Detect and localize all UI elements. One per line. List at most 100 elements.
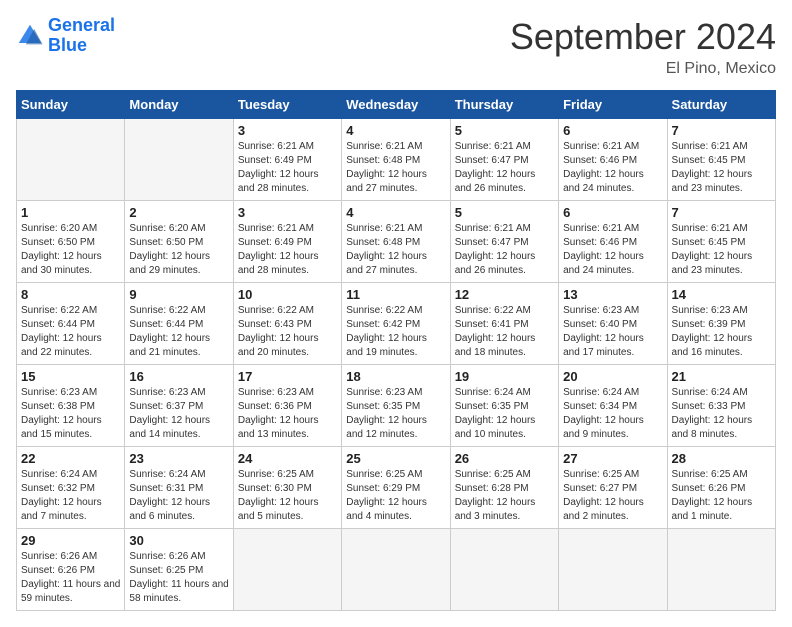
day-info: Sunrise: 6:23 AMSunset: 6:38 PMDaylight:… [21, 386, 120, 442]
sunrise-label: Sunrise: 6:20 AM [21, 223, 97, 234]
calendar-table: Sunday Monday Tuesday Wednesday Thursday… [16, 90, 776, 611]
day-info: Sunrise: 6:23 AMSunset: 6:40 PMDaylight:… [563, 304, 662, 360]
day-number: 15 [21, 369, 120, 384]
calendar-day-cell: 28Sunrise: 6:25 AMSunset: 6:26 PMDayligh… [667, 447, 775, 529]
day-number: 19 [455, 369, 554, 384]
sunrise-label: Sunrise: 6:22 AM [21, 305, 97, 316]
sunrise-label: Sunrise: 6:21 AM [346, 223, 422, 234]
day-info: Sunrise: 6:25 AMSunset: 6:30 PMDaylight:… [238, 468, 337, 524]
day-number: 25 [346, 451, 445, 466]
day-number: 4 [346, 205, 445, 220]
calendar-day-cell: 3Sunrise: 6:21 AMSunset: 6:49 PMDaylight… [233, 119, 341, 201]
daylight-label: Daylight: 12 hours and 8 minutes. [672, 415, 753, 440]
sunrise-label: Sunrise: 6:24 AM [672, 387, 748, 398]
calendar-day-cell: 1Sunrise: 6:20 AMSunset: 6:50 PMDaylight… [17, 201, 125, 283]
day-info: Sunrise: 6:20 AMSunset: 6:50 PMDaylight:… [21, 222, 120, 278]
sunrise-label: Sunrise: 6:23 AM [346, 387, 422, 398]
daylight-label: Daylight: 12 hours and 29 minutes. [129, 251, 210, 276]
day-info: Sunrise: 6:22 AMSunset: 6:44 PMDaylight:… [129, 304, 228, 360]
calendar-header: Sunday Monday Tuesday Wednesday Thursday… [17, 91, 776, 119]
calendar-day-cell: 15 Sunrise: 6:23 AMSunset: 6:38 PMDayligh… [17, 365, 125, 447]
day-info: Sunrise: 6:21 AMSunset: 6:46 PMDaylight:… [563, 222, 662, 278]
day-number: 6 [563, 123, 662, 138]
sunrise-label: Sunrise: 6:21 AM [455, 141, 531, 152]
day-number: 21 [672, 369, 771, 384]
daylight-label: Daylight: 12 hours and 21 minutes. [129, 333, 210, 358]
calendar-day-cell: 4Sunrise: 6:21 AMSunset: 6:48 PMDaylight… [342, 201, 450, 283]
sunset-label: Sunset: 6:37 PM [129, 401, 203, 412]
calendar-day-cell: 19Sunrise: 6:24 AMSunset: 6:35 PMDayligh… [450, 365, 558, 447]
col-thursday: Thursday [450, 91, 558, 119]
calendar-day-cell: 27Sunrise: 6:25 AMSunset: 6:27 PMDayligh… [559, 447, 667, 529]
sunrise-label: Sunrise: 6:22 AM [346, 305, 422, 316]
day-number: 2 [129, 205, 228, 220]
sunrise-label: Sunrise: 6:23 AM [129, 387, 205, 398]
daylight-label: Daylight: 12 hours and 24 minutes. [563, 251, 644, 276]
sunrise-label: Sunrise: 6:25 AM [455, 469, 531, 480]
sunrise-label: Sunrise: 6:21 AM [672, 223, 748, 234]
col-wednesday: Wednesday [342, 91, 450, 119]
day-info: Sunrise: 6:23 AMSunset: 6:37 PMDaylight:… [129, 386, 228, 442]
day-number: 11 [346, 287, 445, 302]
day-info: Sunrise: 6:25 AMSunset: 6:29 PMDaylight:… [346, 468, 445, 524]
col-monday: Monday [125, 91, 233, 119]
day-info: Sunrise: 6:22 AMSunset: 6:42 PMDaylight:… [346, 304, 445, 360]
sunset-label: Sunset: 6:46 PM [563, 237, 637, 248]
sunset-label: Sunset: 6:49 PM [238, 155, 312, 166]
daylight-label: Daylight: 12 hours and 13 minutes. [238, 415, 319, 440]
daylight-label: Daylight: 12 hours and 28 minutes. [238, 169, 319, 194]
sunset-label: Sunset: 6:33 PM [672, 401, 746, 412]
calendar-day-cell [450, 529, 558, 611]
day-info: Sunrise: 6:22 AMSunset: 6:43 PMDaylight:… [238, 304, 337, 360]
daylight-label: Daylight: 12 hours and 9 minutes. [563, 415, 644, 440]
sunrise-label: Sunrise: 6:24 AM [21, 469, 97, 480]
day-info: Sunrise: 6:21 AMSunset: 6:47 PMDaylight:… [455, 222, 554, 278]
daylight-label: Daylight: 12 hours and 19 minutes. [346, 333, 427, 358]
sunrise-label: Sunrise: 6:24 AM [563, 387, 639, 398]
day-number: 8 [21, 287, 120, 302]
sunset-label: Sunset: 6:35 PM [346, 401, 420, 412]
sunrise-label: Sunrise: 6:23 AM [672, 305, 748, 316]
col-tuesday: Tuesday [233, 91, 341, 119]
day-info: Sunrise: 6:26 AMSunset: 6:25 PMDaylight:… [129, 550, 228, 606]
sunset-label: Sunset: 6:36 PM [238, 401, 312, 412]
day-info: Sunrise: 6:23 AM Sunset: 6:35 PM Daylight:… [346, 386, 445, 442]
sunset-label: Sunset: 6:39 PM [672, 319, 746, 330]
calendar-day-cell [17, 119, 125, 201]
day-info: Sunrise: 6:24 AMSunset: 6:32 PMDaylight:… [21, 468, 120, 524]
calendar-day-cell [559, 529, 667, 611]
daylight-label: Daylight: 12 hours and 10 minutes. [455, 415, 536, 440]
sunrise-label: Sunrise: 6:24 AM [129, 469, 205, 480]
sunrise-label: Sunrise: 6:24 AM [455, 387, 531, 398]
sunset-label: Sunset: 6:34 PM [563, 401, 637, 412]
day-info: Sunrise: 6:21 AMSunset: 6:49 PMDaylight:… [238, 222, 337, 278]
sunrise-label: Sunrise: 6:25 AM [563, 469, 639, 480]
calendar-day-cell: 17Sunrise: 6:23 AMSunset: 6:36 PMDayligh… [233, 365, 341, 447]
calendar-day-cell: 5Sunrise: 6:21 AMSunset: 6:47 PMDaylight… [450, 201, 558, 283]
calendar-day-cell: 3Sunrise: 6:21 AMSunset: 6:49 PMDaylight… [233, 201, 341, 283]
day-number: 14 [672, 287, 771, 302]
sunset-label: Sunset: 6:44 PM [21, 319, 95, 330]
sunrise-label: Sunrise: 6:22 AM [129, 305, 205, 316]
day-info: Sunrise: 6:22 AMSunset: 6:44 PMDaylight:… [21, 304, 120, 360]
day-number: 29 [21, 533, 120, 548]
calendar-day-cell [233, 529, 341, 611]
sunset-label: Sunset: 6:47 PM [455, 237, 529, 248]
daylight-label: Daylight: 12 hours and 12 minutes. [346, 415, 427, 440]
calendar-day-cell: 26Sunrise: 6:25 AMSunset: 6:28 PMDayligh… [450, 447, 558, 529]
day-info: Sunrise: 6:26 AMSunset: 6:26 PMDaylight:… [21, 550, 120, 606]
calendar-day-cell: 30Sunrise: 6:26 AMSunset: 6:25 PMDayligh… [125, 529, 233, 611]
day-info: Sunrise: 6:25 AMSunset: 6:28 PMDaylight:… [455, 468, 554, 524]
calendar-day-cell: 7Sunrise: 6:21 AMSunset: 6:45 PMDaylight… [667, 119, 775, 201]
calendar-day-cell: 18Sunrise: 6:23 AMSunset: 6:35 PMDayligh… [342, 365, 450, 447]
logo-line1: General [48, 15, 115, 35]
sunset-label: Sunset: 6:50 PM [129, 237, 203, 248]
calendar-day-cell: 14Sunrise: 6:23 AMSunset: 6:39 PMDayligh… [667, 283, 775, 365]
sunset-label: Sunset: 6:27 PM [563, 483, 637, 494]
daylight-label: Daylight: 12 hours and 23 minutes. [672, 251, 753, 276]
day-info: Sunrise: 6:20 AMSunset: 6:50 PMDaylight:… [129, 222, 228, 278]
day-number: 5 [455, 123, 554, 138]
logo-text: General Blue [48, 16, 115, 56]
daylight-label: Daylight: 12 hours and 18 minutes. [455, 333, 536, 358]
sunrise-label: Sunrise: 6:21 AM [346, 141, 422, 152]
